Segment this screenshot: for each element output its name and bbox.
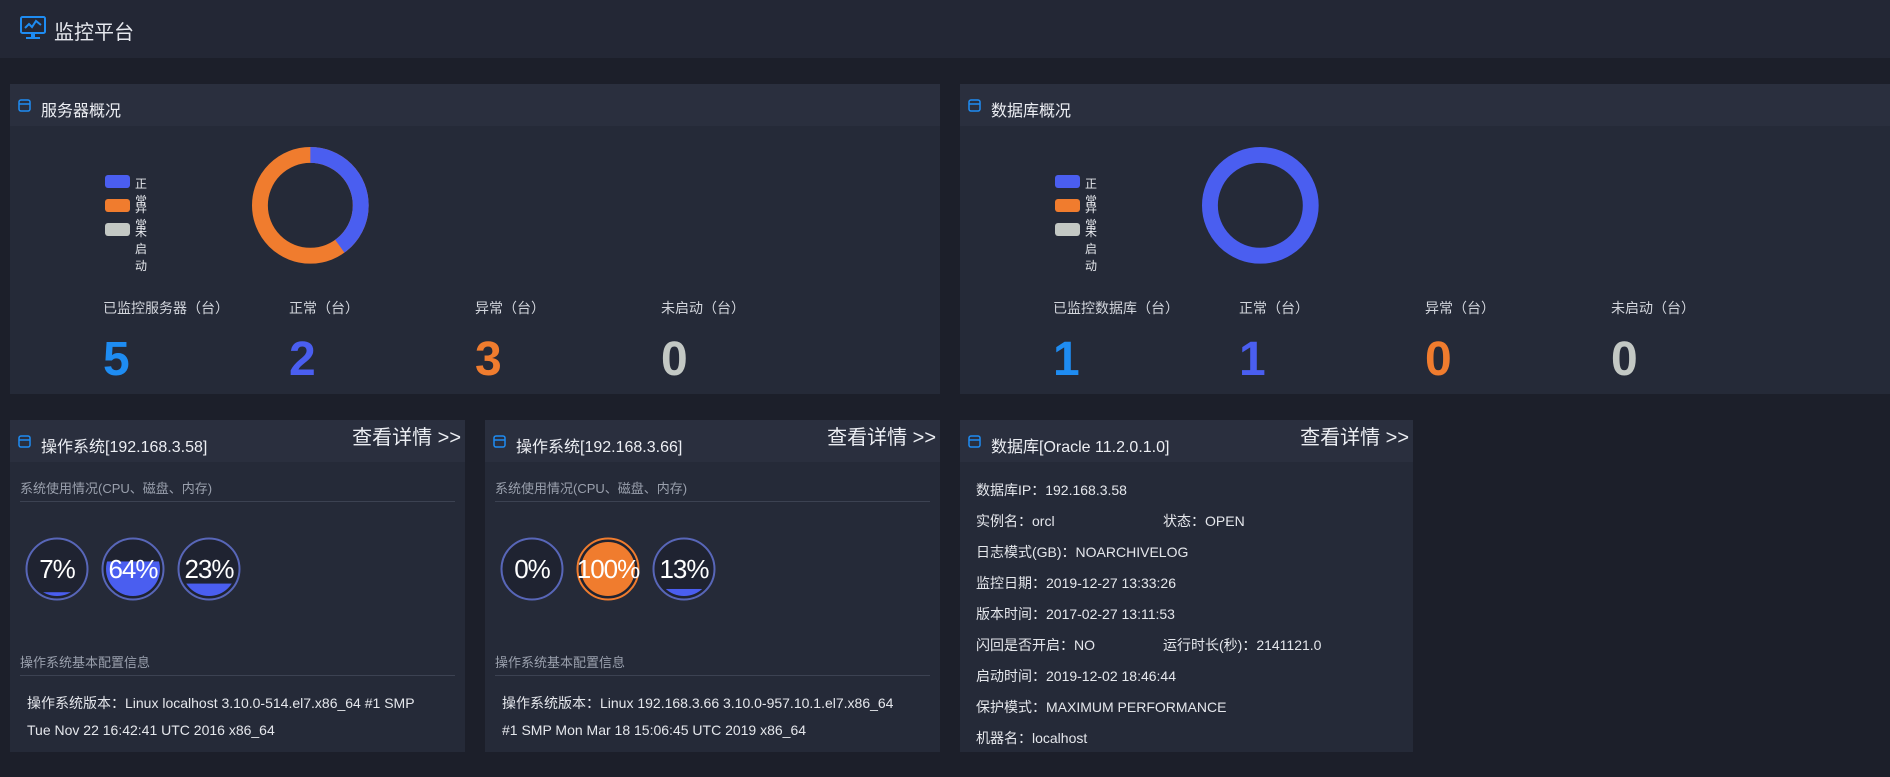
panel-title-icon <box>18 99 31 112</box>
db-status-donut <box>1202 147 1319 264</box>
panel-title: 操作系统[192.168.3.66] <box>516 439 683 456</box>
gauge-value: 100% <box>576 554 641 584</box>
panel-title-icon <box>968 435 981 448</box>
disk-gauge: 64% <box>101 537 165 601</box>
stat-normal: 正常（台） 1 <box>1239 298 1309 386</box>
stat-label: 已监控数据库（台） <box>1053 300 1179 316</box>
db-status: 状态：OPEN <box>1163 513 1245 529</box>
app-title: 监控平台 <box>54 22 134 44</box>
legend-swatch <box>1055 199 1080 212</box>
os-version-line: 操作系统版本：Linux 192.168.3.66 3.10.0-957.10.… <box>502 695 894 711</box>
db-flashback: 闪回是否开启：NO <box>976 637 1095 653</box>
db-machine-name: 机器名：localhost <box>976 730 1088 746</box>
db-instance: 实例名：orcl <box>976 513 1055 529</box>
db-info-row: 实例名：orcl 状态：OPEN <box>976 511 1245 542</box>
db-protection-mode: 保护模式：MAXIMUM PERFORMANCE <box>976 699 1227 715</box>
stat-value: 5 <box>103 333 130 386</box>
usage-section-title: 系统使用情况(CPU、磁盘、内存) <box>20 478 455 502</box>
panel-title-icon <box>968 99 981 112</box>
panel-title: 操作系统[192.168.3.58] <box>41 439 208 456</box>
db-info-row: 保护模式：MAXIMUM PERFORMANCE <box>976 697 1226 728</box>
cpu-gauge: 0% <box>500 537 564 601</box>
panel-title: 服务器概况 <box>41 103 122 120</box>
legend-swatch <box>1055 223 1080 236</box>
cpu-gauge: 7% <box>25 537 89 601</box>
memory-gauge: 23% <box>177 537 241 601</box>
os-version-info: 操作系统版本：Linux localhost 3.10.0-514.el7.x8… <box>27 690 447 744</box>
db-info-row: 数据库IP：192.168.3.58 <box>976 480 1226 511</box>
stat-value: 1 <box>1053 333 1080 386</box>
legend-label: 未启动 <box>1085 225 1098 273</box>
panel-header: 数据库概况 <box>960 84 1890 126</box>
os-version-line: 操作系统版本：Linux localhost 3.10.0-514.el7.x8… <box>27 695 415 711</box>
stat-stopped: 未启动（台） 0 <box>661 298 745 386</box>
stat-stopped: 未启动（台） 0 <box>1611 298 1695 386</box>
stat-value: 0 <box>1611 333 1638 386</box>
stat-abnormal: 异常（台） 0 <box>1425 298 1495 386</box>
view-details-link[interactable]: 查看详情 >> <box>1300 421 1409 450</box>
db-monitor-date: 监控日期：2019-12-27 13:33:26 <box>976 575 1176 591</box>
panel-title: 数据库[Oracle 11.2.0.1.0] <box>991 439 1170 456</box>
stat-abnormal: 异常（台） 3 <box>475 298 545 386</box>
panel-header: 操作系统[192.168.3.66] 查看详情 >> <box>485 420 940 462</box>
db-log-mode: 日志模式(GB)：NOARCHIVELOG <box>976 544 1189 560</box>
monitor-chart-icon <box>20 16 46 39</box>
stat-label: 异常（台） <box>1425 300 1495 316</box>
db-info-row: 日志模式(GB)：NOARCHIVELOG <box>976 542 1226 573</box>
view-details-link[interactable]: 查看详情 >> <box>352 421 461 450</box>
os-version-info: 操作系统版本：Linux 192.168.3.66 3.10.0-957.10.… <box>502 690 932 744</box>
gauge-value: 13% <box>659 554 709 584</box>
panel-header: 服务器概况 <box>10 84 940 126</box>
usage-section-title: 系统使用情况(CPU、磁盘、内存) <box>495 478 930 502</box>
db-info-row: 闪回是否开启：NO 运行时长(秒)：2141121.0 <box>976 635 1321 666</box>
stat-label: 已监控服务器（台） <box>103 300 229 316</box>
config-section-title: 操作系统基本配置信息 <box>20 652 455 676</box>
top-bar: 监控平台 <box>0 0 1890 58</box>
stat-normal: 正常（台） 2 <box>289 298 359 386</box>
legend-swatch <box>105 175 130 188</box>
panel-title-icon <box>18 435 31 448</box>
stat-value: 0 <box>1425 333 1452 386</box>
os-version-line: Tue Nov 22 16:42:41 UTC 2016 x86_64 <box>27 722 275 738</box>
stat-value: 2 <box>289 333 316 386</box>
db-info-list: 数据库IP：192.168.3.58 实例名：orcl 状态：OPEN 日志模式(… <box>976 480 1321 759</box>
panel-header: 数据库[Oracle 11.2.0.1.0] 查看详情 >> <box>960 420 1413 462</box>
stat-label: 正常（台） <box>289 300 359 316</box>
stat-value: 1 <box>1239 333 1266 386</box>
gauge-value: 23% <box>184 554 234 584</box>
stat-value: 0 <box>661 333 688 386</box>
stat-label: 未启动（台） <box>661 300 745 316</box>
panel-title: 数据库概况 <box>991 103 1072 120</box>
db-uptime: 运行时长(秒)：2141121.0 <box>1163 637 1322 653</box>
stat-monitored-servers: 已监控服务器（台） 5 <box>103 298 229 386</box>
config-section-title: 操作系统基本配置信息 <box>495 652 930 676</box>
gauge-value: 64% <box>108 554 158 584</box>
panel-title-icon <box>493 435 506 448</box>
db-version-time: 版本时间：2017-02-27 13:11:53 <box>976 606 1175 622</box>
donut-slice-normal[interactable] <box>1202 147 1319 264</box>
gauge-value: 0% <box>514 554 551 584</box>
disk-gauge: 100% <box>576 537 640 601</box>
db-info-row: 机器名：localhost <box>976 728 1226 759</box>
legend-swatch <box>105 199 130 212</box>
server-status-donut <box>252 147 369 264</box>
stat-value: 3 <box>475 333 502 386</box>
os-version-line: #1 SMP Mon Mar 18 15:06:45 UTC 2019 x86_… <box>502 722 807 738</box>
gauge-value: 7% <box>39 554 76 584</box>
db-info-row: 监控日期：2019-12-27 13:33:26 <box>976 573 1226 604</box>
db-info-row: 启动时间：2019-12-02 18:46:44 <box>976 666 1226 697</box>
memory-gauge: 13% <box>652 537 716 601</box>
stat-monitored-dbs: 已监控数据库（台） 1 <box>1053 298 1179 386</box>
db-ip: 数据库IP：192.168.3.58 <box>976 482 1127 498</box>
view-details-link[interactable]: 查看详情 >> <box>827 421 936 450</box>
legend-label: 未启动 <box>135 225 148 273</box>
db-start-time: 启动时间：2019-12-02 18:46:44 <box>976 668 1176 684</box>
db-info-row: 版本时间：2017-02-27 13:11:53 <box>976 604 1226 635</box>
stat-label: 未启动（台） <box>1611 300 1695 316</box>
legend-swatch <box>1055 175 1080 188</box>
legend-swatch <box>105 223 130 236</box>
stat-label: 异常（台） <box>475 300 545 316</box>
panel-header: 操作系统[192.168.3.58] 查看详情 >> <box>10 420 465 462</box>
stat-label: 正常（台） <box>1239 300 1309 316</box>
